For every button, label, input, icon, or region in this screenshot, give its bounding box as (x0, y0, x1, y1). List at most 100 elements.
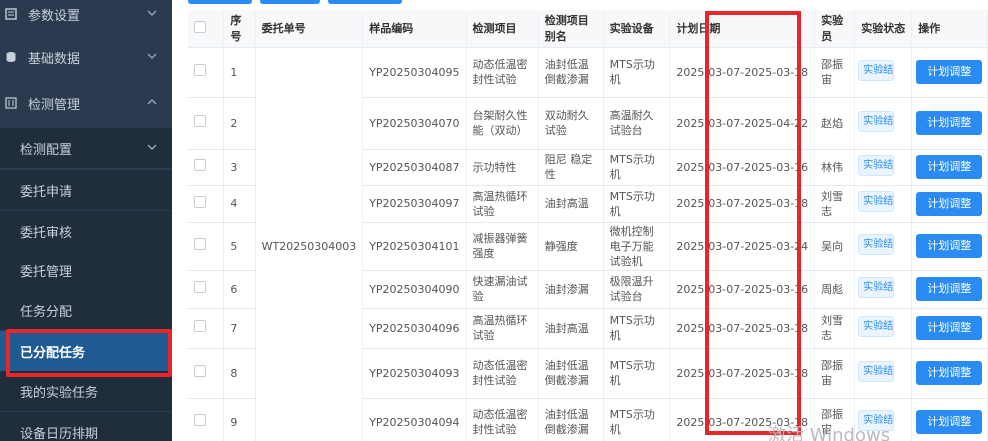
sidebar-item-my-lab-tasks[interactable]: 我的实验任务 (0, 371, 172, 411)
cell-no: 4 (223, 185, 256, 223)
cell-action: 计划调整 (911, 185, 988, 223)
cell-test-item: 高温热循环试验 (466, 308, 539, 349)
row-checkbox[interactable] (194, 281, 206, 293)
cell-status: 实验结 (854, 308, 913, 349)
header-status: 实验状态 (854, 10, 913, 48)
row-checkbox[interactable] (194, 238, 206, 250)
plan-adjust-button[interactable]: 计划调整 (916, 191, 983, 216)
cell-plan-date: 2025-03-07-2025-03-18 (669, 47, 816, 98)
header-device: 实验设备 (603, 10, 671, 48)
cell-no: 7 (223, 308, 256, 349)
cell-tester: 刘雪志 (814, 185, 856, 223)
cell-action: 计划调整 (911, 270, 988, 309)
menu-label: 参数设置 (28, 8, 81, 24)
menu-label: 基础数据 (28, 51, 81, 67)
menu-basic-data[interactable]: 基础数据 (0, 37, 172, 77)
table-header-row: 序号 委托单号 样品编码 检测项目 检测项目别名 实验设备 计划日期 实验员 实… (188, 10, 988, 48)
cell-sample-code: YP20250304094 (362, 398, 467, 441)
cell-test-item: 减振器弹簧强度 (466, 222, 539, 271)
flask-icon (4, 96, 18, 110)
plan-adjust-button[interactable]: 计划调整 (916, 361, 983, 385)
plan-adjust-button[interactable]: 计划调整 (916, 234, 983, 258)
cell-action: 计划调整 (911, 398, 988, 441)
row-checkbox[interactable] (194, 64, 206, 76)
cell-device: MTS示功机 (603, 398, 671, 441)
row-select-cell[interactable] (188, 398, 225, 441)
select-all-cell[interactable] (188, 10, 225, 48)
plan-adjust-button[interactable]: 计划调整 (916, 155, 983, 179)
sidebar-item-commission-review[interactable]: 委托审核 (0, 211, 172, 251)
cell-test-item: 示功特性 (466, 149, 539, 186)
header-plan-date: 计划日期 (669, 10, 816, 48)
chevron-down-icon (146, 50, 158, 62)
cell-sample-code: YP20250304095 (362, 47, 467, 98)
row-select-cell[interactable] (188, 97, 225, 150)
select-all-checkbox[interactable] (194, 20, 206, 33)
cell-tester: 周彪 (814, 270, 856, 309)
cell-sample-code: YP20250304087 (362, 149, 467, 186)
sidebar-item-task-assign[interactable]: 任务分配 (0, 290, 172, 330)
plan-adjust-button[interactable]: 计划调整 (916, 410, 983, 434)
cell-test-item: 高温热循环试验 (466, 185, 539, 223)
sidebar-item-inspection-config[interactable]: 检测配置 (0, 128, 172, 168)
cell-plan-date: 2025-03-07-2025-03-18 (669, 348, 816, 399)
status-badge: 实验结 (858, 191, 895, 212)
menu-param-settings[interactable]: 参数设置 (0, 0, 172, 34)
toolbar-button[interactable] (188, 0, 252, 4)
cell-test-item: 动态低温密封性试验 (466, 47, 539, 98)
submenu-label: 已分配任务 (20, 345, 86, 361)
submenu-label: 检测配置 (20, 142, 73, 158)
cell-tester: 林伟 (814, 149, 856, 186)
cell-test-item-alias: 油封低温倒截渗漏 (538, 47, 604, 98)
sidebar-item-commission-manage[interactable]: 委托管理 (0, 250, 172, 290)
cell-plan-date: 2025-03-07-2025-03-18 (669, 308, 816, 349)
status-badge: 实验结 (858, 233, 895, 255)
row-select-cell[interactable] (188, 222, 225, 271)
sidebar-item-assigned-tasks[interactable]: 已分配任务 (0, 331, 172, 371)
submenu-label: 设备日历排期 (20, 426, 99, 441)
cell-tester: 邵振宙 (814, 47, 856, 98)
plan-adjust-button[interactable]: 计划调整 (916, 316, 983, 340)
cell-action: 计划调整 (911, 308, 988, 349)
toolbar-button[interactable] (260, 0, 320, 4)
sidebar-item-commission-apply[interactable]: 委托申请 (0, 170, 172, 210)
row-checkbox[interactable] (194, 115, 206, 127)
row-select-cell[interactable] (188, 47, 225, 98)
assigned-task-table: 序号 委托单号 样品编码 检测项目 检测项目别名 实验设备 计划日期 实验员 实… (188, 10, 988, 441)
cell-status: 实验结 (854, 185, 913, 223)
cell-test-item: 快速漏油试验 (466, 270, 539, 309)
menu-inspection-management[interactable]: 检测管理 (0, 83, 172, 123)
row-select-cell[interactable] (188, 149, 225, 186)
status-badge: 实验结 (858, 360, 895, 382)
row-checkbox[interactable] (194, 159, 206, 171)
cell-device: MTS示功机 (603, 149, 671, 186)
row-select-cell[interactable] (188, 308, 225, 349)
row-select-cell[interactable] (188, 348, 225, 399)
row-checkbox[interactable] (194, 414, 206, 426)
cell-tester: 邵振宙 (814, 348, 856, 399)
row-select-cell[interactable] (188, 270, 225, 309)
status-badge: 实验结 (858, 276, 895, 298)
cell-no: 8 (223, 348, 256, 399)
cell-test-item-alias: 阻尼 稳定性 (538, 149, 604, 186)
cell-test-item-alias: 静强度 (538, 222, 604, 271)
row-checkbox[interactable] (194, 195, 206, 208)
plan-adjust-button[interactable]: 计划调整 (916, 277, 983, 301)
row-select-cell[interactable] (188, 185, 225, 223)
cell-sample-code: YP20250304101 (362, 222, 467, 271)
cell-no: 3 (223, 149, 256, 186)
database-icon (4, 50, 18, 64)
header-test-item-alias: 检测项目别名 (538, 10, 604, 48)
row-checkbox[interactable] (194, 365, 206, 377)
cell-status: 实验结 (854, 348, 913, 399)
cell-test-item: 动态低温密封性试验 (466, 348, 539, 399)
header-action: 操作 (911, 10, 988, 48)
plan-adjust-button[interactable]: 计划调整 (916, 60, 983, 84)
status-badge: 实验结 (858, 110, 895, 132)
header-test-item: 检测项目 (466, 10, 539, 48)
sidebar-item-device-calendar[interactable]: 设备日历排期 (0, 412, 172, 441)
toolbar-button[interactable] (328, 0, 402, 4)
row-checkbox[interactable] (194, 320, 206, 332)
plan-adjust-button[interactable]: 计划调整 (916, 111, 983, 135)
submenu-label: 委托审核 (20, 225, 73, 241)
